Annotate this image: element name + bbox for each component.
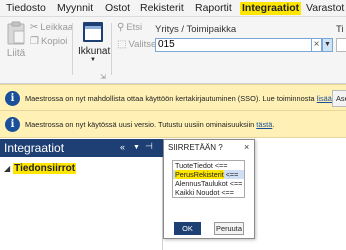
copy-icon: ❐ bbox=[30, 36, 39, 47]
dialog-title: SIIRRETÄÄN ? bbox=[168, 143, 223, 152]
integrations-panel: Integraatiot « ▼ ⊣ ◢ Tiedonsiirrot bbox=[0, 139, 163, 250]
transfer-dialog: SIIRRETÄÄN ? × TuoteTiedot <== PerusReki… bbox=[163, 139, 255, 239]
menu-bar: Tiedosto Myynnit Ostot Rekisterit Raport… bbox=[0, 0, 346, 17]
ok-button[interactable]: OK bbox=[174, 222, 201, 235]
list-item-name: PerusRekisterit bbox=[175, 170, 224, 179]
menu-varastot[interactable]: Varastot bbox=[306, 2, 344, 15]
company-label: Yritys / Toimipaikka bbox=[155, 24, 237, 35]
scissors-icon: ✂ bbox=[30, 22, 39, 33]
close-icon[interactable]: × bbox=[244, 142, 249, 152]
chevron-down-icon[interactable]: ▼ bbox=[133, 144, 140, 151]
list-item-arrow: <== bbox=[229, 179, 243, 188]
chevron-down-icon: ▼ bbox=[324, 41, 331, 48]
list-item[interactable]: TuoteTiedot <== bbox=[173, 161, 244, 170]
transfer-list[interactable]: TuoteTiedot <== PerusRekisterit <== Alen… bbox=[172, 160, 245, 198]
info-bar-sso: i Maestrossa on nyt mahdollista ottaa kä… bbox=[0, 84, 346, 112]
company-input[interactable]: 015 bbox=[155, 38, 322, 52]
pin-icon[interactable]: ⊣ bbox=[145, 141, 153, 152]
info-text: Maestrossa on nyt käytössä uusi versio. … bbox=[25, 120, 257, 129]
windows-label: Ikkunat bbox=[78, 46, 111, 57]
info-settings-button[interactable]: Ase bbox=[332, 90, 346, 107]
chevron-down-icon: ▼ bbox=[90, 57, 96, 63]
menu-rekisterit[interactable]: Rekisterit bbox=[140, 2, 184, 15]
info-bar-version: i Maestrossa on nyt käytössä uusi versio… bbox=[0, 110, 346, 138]
info-icon: i bbox=[5, 117, 20, 132]
list-item-name: TuoteTiedot bbox=[175, 161, 213, 170]
list-item-name: AlennusTaulukot bbox=[175, 179, 228, 188]
list-item-arrow: <== bbox=[225, 170, 239, 179]
info-link[interactable]: tästä bbox=[256, 120, 272, 129]
list-item-arrow: <== bbox=[214, 161, 228, 170]
info-icon: i bbox=[5, 91, 20, 106]
info-message: Maestrossa on nyt mahdollista ottaa käyt… bbox=[25, 94, 346, 103]
list-item-selected[interactable]: PerusRekisterit <== bbox=[173, 170, 244, 179]
list-item-arrow: <== bbox=[221, 188, 234, 197]
tree-item-tiedonsiirrot[interactable]: ◢ Tiedonsiirrot bbox=[4, 163, 77, 174]
cancel-button[interactable]: Peruuta bbox=[214, 222, 244, 235]
ribbon: Liitä ✂ Leikkaa ❐ Kopioi Ikkunat ▼ ⚲ Ets… bbox=[0, 17, 346, 84]
list-item-name: Kaikki Noudot bbox=[175, 188, 220, 197]
info-text: Maestrossa on nyt mahdollista ottaa käyt… bbox=[25, 94, 317, 103]
search-button[interactable]: ⚲ Etsi bbox=[117, 22, 142, 33]
collapse-icon[interactable]: « bbox=[120, 142, 125, 152]
dialog-launcher-icon[interactable]: ⇲ bbox=[100, 73, 106, 81]
list-item[interactable]: Kaikki Noudot <== bbox=[173, 188, 244, 197]
collapse-arrow-icon: ◢ bbox=[4, 164, 11, 173]
company-dropdown-button[interactable]: ▼ bbox=[322, 38, 333, 52]
copy-label: Kopioi bbox=[40, 36, 68, 47]
menu-myynnit[interactable]: Myynnit bbox=[57, 2, 93, 15]
info-text-end: . bbox=[272, 120, 275, 129]
windows-icon bbox=[83, 22, 103, 42]
clear-button[interactable]: × bbox=[311, 38, 322, 52]
info-message: Maestrossa on nyt käytössä uusi versio. … bbox=[25, 120, 274, 129]
search-label: Etsi bbox=[126, 22, 143, 33]
menu-ostot[interactable]: Ostot bbox=[105, 2, 130, 15]
paste-button[interactable]: Liitä bbox=[5, 21, 27, 59]
ribbon-divider bbox=[111, 23, 112, 75]
cut-button[interactable]: ✂ Leikkaa bbox=[30, 22, 73, 33]
binoculars-icon: ⚲ bbox=[117, 22, 125, 33]
panel-header: Integraatiot « ▼ ⊣ bbox=[0, 139, 163, 157]
panel-title: Integraatiot bbox=[4, 141, 65, 155]
right-label: Ti bbox=[336, 24, 344, 35]
cut-label: Leikkaa bbox=[40, 22, 74, 33]
menu-raportit[interactable]: Raportit bbox=[195, 2, 232, 15]
list-item[interactable]: AlennusTaulukot <== bbox=[173, 179, 244, 188]
tree-item-label: Tiedonsiirrot bbox=[13, 163, 77, 174]
ribbon-right-box[interactable] bbox=[336, 38, 346, 52]
clipboard-icon bbox=[7, 21, 25, 45]
select-all-icon: ⬚ bbox=[117, 39, 127, 50]
copy-button[interactable]: ❐ Kopioi bbox=[30, 36, 67, 47]
menu-tiedosto[interactable]: Tiedosto bbox=[6, 2, 46, 15]
paste-label: Liitä bbox=[6, 48, 26, 59]
windows-button[interactable]: Ikkunat ▼ bbox=[78, 21, 111, 63]
menu-integraatiot[interactable]: Integraatiot bbox=[240, 2, 302, 15]
ribbon-divider bbox=[72, 23, 73, 75]
